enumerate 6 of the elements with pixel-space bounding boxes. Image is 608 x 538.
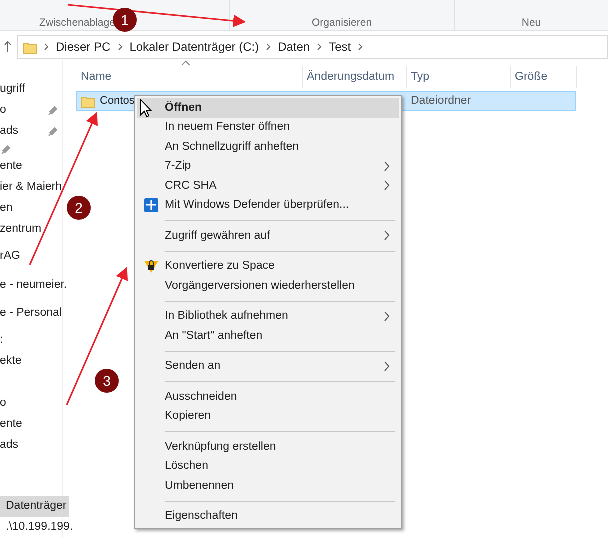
ribbon-group-label: Organisieren <box>312 17 372 29</box>
step-number-badge: 2 <box>67 196 91 220</box>
ribbon-group-label: Neu <box>522 17 542 29</box>
step-number-badge: 3 <box>95 369 119 393</box>
table-cell-text: Dateiordner <box>410 95 472 107</box>
file-name: Contos <box>100 95 135 107</box>
